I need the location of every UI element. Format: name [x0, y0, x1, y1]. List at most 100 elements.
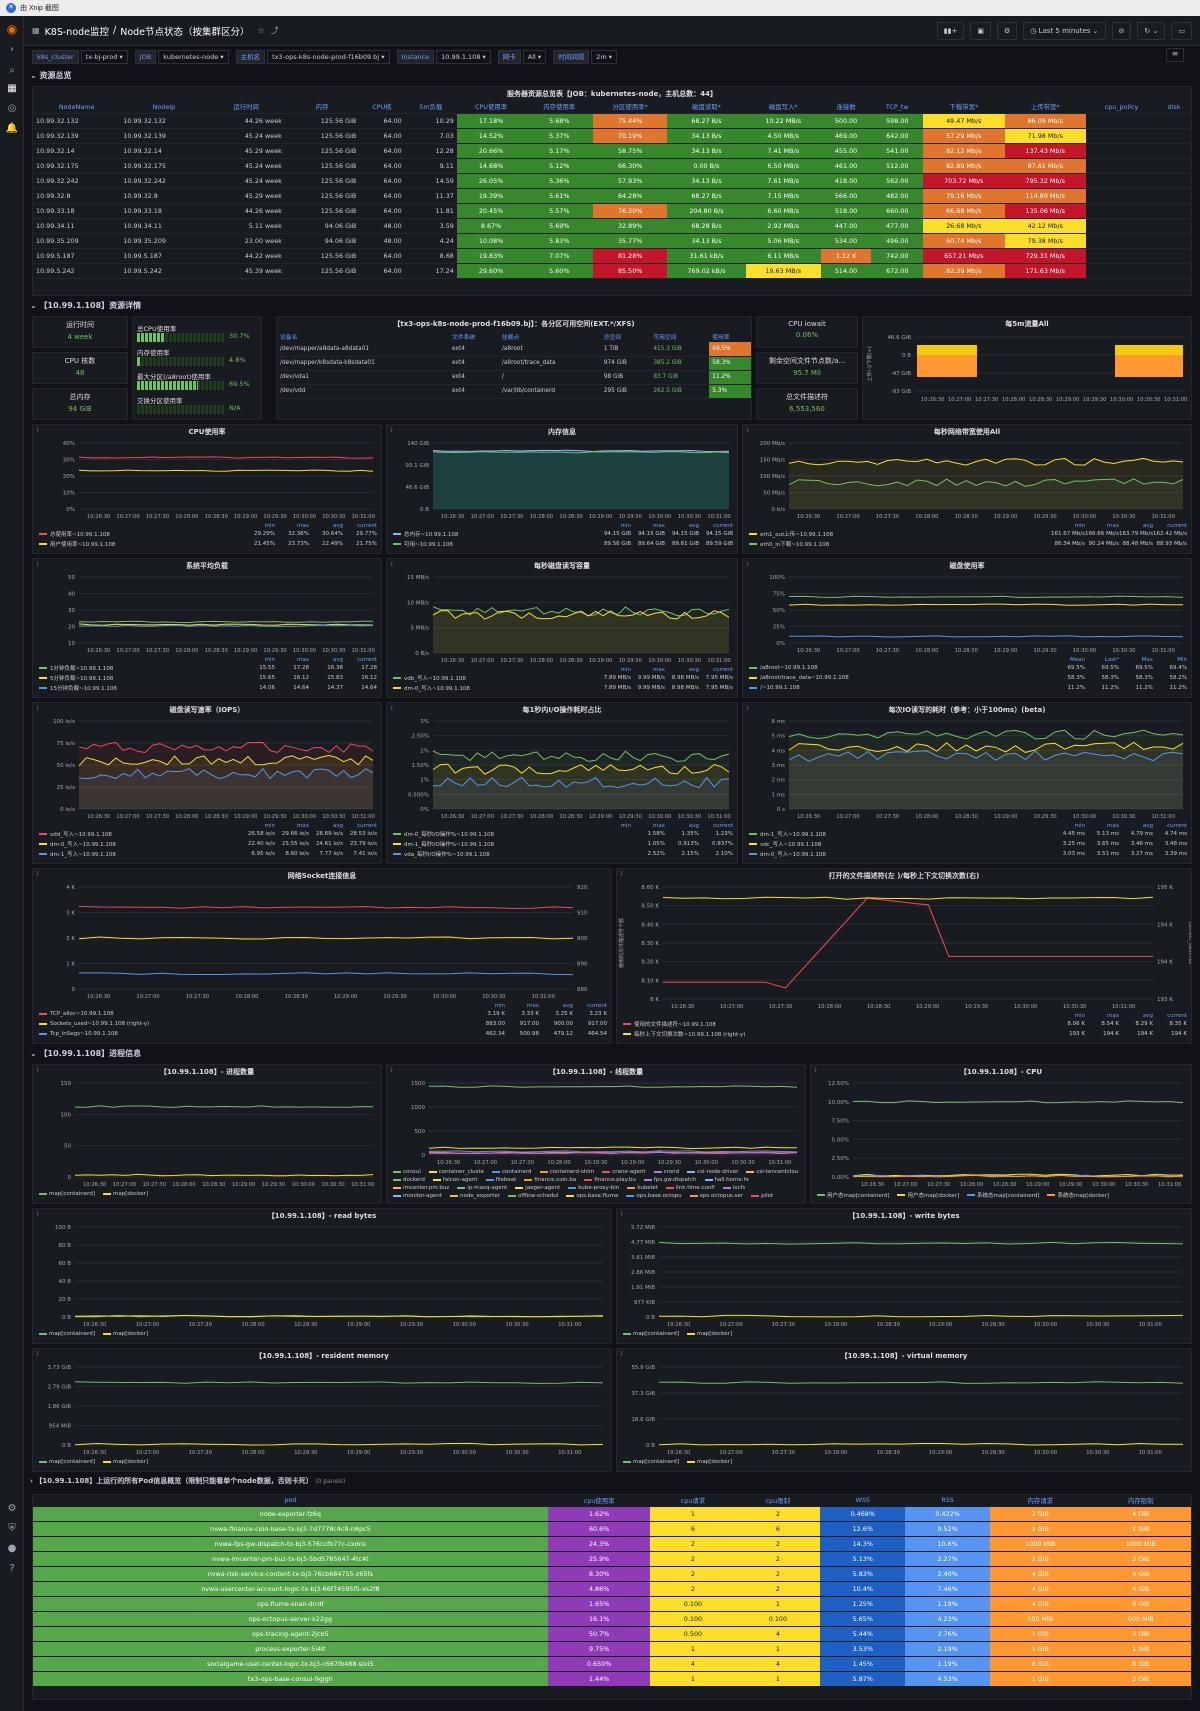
legend-item[interactable]: container_cluste	[428, 1169, 484, 1175]
gear-icon[interactable]: ⚙	[996, 22, 1018, 40]
variable-select[interactable]: kubernetes-node ▾	[158, 50, 229, 64]
panel-info-icon[interactable]: i	[37, 1211, 39, 1218]
legend-item[interactable]: dm-1_写入~10.99.1.108 6.95 io/s 8.60 io/s 7.7…	[39, 849, 377, 859]
summary-col-header[interactable]: 磁盘写入*	[745, 101, 821, 114]
legend-stat-header[interactable]: avg	[309, 657, 343, 663]
legend-stat-header[interactable]: max	[275, 523, 309, 529]
alerting-icon[interactable]: 🔔	[5, 122, 19, 136]
star-icon[interactable]: ☆	[258, 26, 265, 35]
pod-col-header[interactable]: cpu使用率	[547, 1495, 651, 1507]
legend-item[interactable]: finance.coin.ba	[524, 1177, 576, 1183]
disk-col-header[interactable]: 使用率	[709, 331, 751, 342]
legend-item[interactable]: 1分钟负载~10.99.1.108 15.55 17.28 16.38 17.28	[39, 663, 377, 673]
legend-stat-header[interactable]: avg	[665, 667, 699, 673]
summary-col-header[interactable]: CPU使用率	[456, 101, 526, 114]
legend-stat-header[interactable]: current	[343, 657, 377, 663]
legend-item[interactable]: imcenter.pm.buz	[393, 1185, 449, 1191]
legend-stat-header[interactable]: max	[631, 667, 665, 673]
legend-item[interactable]: map[containerd]	[39, 1191, 95, 1197]
settings-icon[interactable]: ⚙	[5, 1502, 19, 1516]
iolat-title[interactable]: 每次IO读写的耗时（参考：小于100ms）(beta)	[743, 703, 1191, 717]
summary-col-header[interactable]: NodeName	[33, 101, 121, 114]
legend-stat-header[interactable]: avg	[1119, 1013, 1153, 1019]
legend-stat-header[interactable]: min	[241, 657, 275, 663]
legend-item[interactable]: dm-0_写入~10.99.1.108 7.89 MB/s 9.99 MB/s 8.9…	[393, 683, 733, 693]
legend-stat-header[interactable]: min	[597, 523, 631, 529]
legend-item[interactable]: map[containerd]	[39, 1459, 95, 1465]
legend-stat-header[interactable]: current	[343, 823, 377, 829]
legend-item[interactable]: consul	[393, 1169, 421, 1175]
legend-stat-header[interactable]: min	[241, 523, 275, 529]
row-pods[interactable]: › 【10.99.1.108】上运行的所有Pod信息概览（限制只能看单个node…	[30, 1476, 345, 1490]
expand-icon[interactable]: ›	[5, 43, 19, 57]
summary-col-header[interactable]: CPU核	[359, 101, 405, 114]
panel-info-icon[interactable]: i	[391, 561, 393, 568]
legend-item[interactable]: crond	[653, 1169, 679, 1175]
summary-col-header[interactable]: 内存使用率	[525, 101, 594, 114]
summary-col-header[interactable]: 连接数	[820, 101, 872, 114]
disk-col-header[interactable]: 总空间	[601, 331, 651, 342]
pod-col-header[interactable]: WSS	[820, 1495, 906, 1507]
legend-item[interactable]: 每秒上下文切换次数~10.99.1.108 (right-y) 193 K 194 …	[623, 1029, 1187, 1039]
legend-item[interactable]: eth0_in下载~10.99.1.108 86.34 Mb/s 90.24 Mb/…	[749, 539, 1187, 549]
legend-stat-header[interactable]: current	[573, 1003, 607, 1009]
legend-stat-header[interactable]: max	[505, 1003, 539, 1009]
legend-item[interactable]: offline-schedul	[507, 1193, 558, 1199]
legend-item[interactable]: vda_每秒I/O操作%~10.99.1.108 2.52% 2.15% 2.10%	[393, 849, 733, 859]
pod-col-header[interactable]: 内存限制	[1090, 1495, 1191, 1507]
legend-item[interactable]: map[docker]	[686, 1459, 732, 1465]
legend-item[interactable]: 5分钟负载~10.99.1.108 15.65 16.12 15.83 16.12	[39, 673, 377, 683]
legend-stat-header[interactable]: max	[631, 823, 665, 829]
legend-item[interactable]: vdc_写入~10.99.1.108 3.25 ms 3.65 ms 3.46 ms 3…	[749, 839, 1187, 849]
legend-stat-header[interactable]: current	[699, 667, 733, 673]
panel-info-icon[interactable]: i	[37, 1351, 39, 1358]
legend-stat-header[interactable]: max	[1085, 1013, 1119, 1019]
legend-item[interactable]: jaeger-agent	[515, 1185, 560, 1191]
tv-mode-icon[interactable]: ▭	[1171, 22, 1192, 40]
legend-item[interactable]: kubelet	[627, 1185, 658, 1191]
legend-stat-header[interactable]: avg	[1119, 823, 1153, 829]
legend-item[interactable]: kube-proxy-bin	[568, 1185, 619, 1191]
legend-item[interactable]: pilot	[751, 1193, 773, 1199]
socket-title[interactable]: 网络Socket连接信息	[33, 869, 611, 883]
iops-title[interactable]: 磁盘读写速率（IOPS）	[33, 703, 381, 717]
legend-item[interactable]: eth1_out上传~10.99.1.108 161.67 Mb/s 166.66 …	[749, 529, 1187, 539]
summary-col-header[interactable]: 上传带宽*	[1004, 101, 1086, 114]
summary-col-header[interactable]: cpu_policy	[1086, 101, 1158, 114]
page-title[interactable]: Node节点状态（按集群区分）	[120, 24, 249, 38]
legend-stat-header[interactable]: max	[1085, 823, 1119, 829]
legend-item[interactable]: 使用的文件描述符~10.99.1.108 8.06 K 8.54 K 8.29 K 8.…	[623, 1019, 1187, 1029]
legend-item[interactable]: dockerd	[393, 1177, 425, 1183]
pod-col-header[interactable]: cpu限制	[735, 1495, 821, 1507]
variable-select[interactable]: 10.99.1.108 ▾	[436, 50, 491, 64]
legend-item[interactable]: map[docker]	[102, 1191, 148, 1197]
panel-info-icon[interactable]: i	[37, 561, 39, 568]
row-overview[interactable]: ⌄ 资源总览	[30, 70, 72, 84]
legend-item[interactable]: lxcfs	[722, 1185, 745, 1191]
summary-col-header[interactable]: 5m负载	[404, 101, 457, 114]
summary-col-header[interactable]: NodeIp	[120, 101, 208, 114]
legend-item[interactable]: Sockets_used~10.99.1.108 (right-y) 883.00…	[39, 1019, 607, 1029]
summary-col-header[interactable]: 下载带宽*	[923, 101, 1005, 114]
legend-item[interactable]: filebeat	[485, 1177, 516, 1183]
legend-stat-header[interactable]: max	[275, 657, 309, 663]
legend-stat-header[interactable]: min	[1051, 1013, 1085, 1019]
summary-col-header[interactable]: TCP_tw	[871, 101, 924, 114]
legend-item[interactable]: node_exporter	[450, 1193, 500, 1199]
legend-item[interactable]: 总使用率~10.99.1.108 29.29% 32.36% 30.64% 29.77%	[39, 529, 377, 539]
legend-stat-header[interactable]: min	[241, 823, 275, 829]
legend-item[interactable]: 用户使用率~10.99.1.108 21.45% 23.73% 22.49% 21.75…	[39, 539, 377, 549]
disk-col-header[interactable]: 设备名	[277, 331, 449, 342]
proccpu-title[interactable]: 【10.99.1.108】- CPU	[811, 1065, 1191, 1079]
summary-col-header[interactable]: disk	[1157, 101, 1191, 114]
breadcrumb-folder[interactable]: K8S-node监控	[45, 24, 109, 38]
diskrw-title[interactable]: 每秒磁盘读写容量	[387, 559, 737, 573]
legend-item[interactable]: csi-tencentclou	[746, 1169, 798, 1175]
legend-item[interactable]: map[docker]	[102, 1331, 148, 1337]
shield-icon[interactable]: ⛨	[5, 1522, 19, 1536]
legend-item[interactable]: map[containerd]	[623, 1459, 679, 1465]
legend-item[interactable]: vdd_写入~10.99.1.108 26.58 io/s 29.66 io/s 28…	[39, 829, 377, 839]
legend-item[interactable]: crane-agent	[602, 1169, 646, 1175]
legend-item[interactable]: 系统态map[containerd]	[967, 1191, 1039, 1199]
summary-col-header[interactable]: 磁盘读取*	[667, 101, 746, 114]
